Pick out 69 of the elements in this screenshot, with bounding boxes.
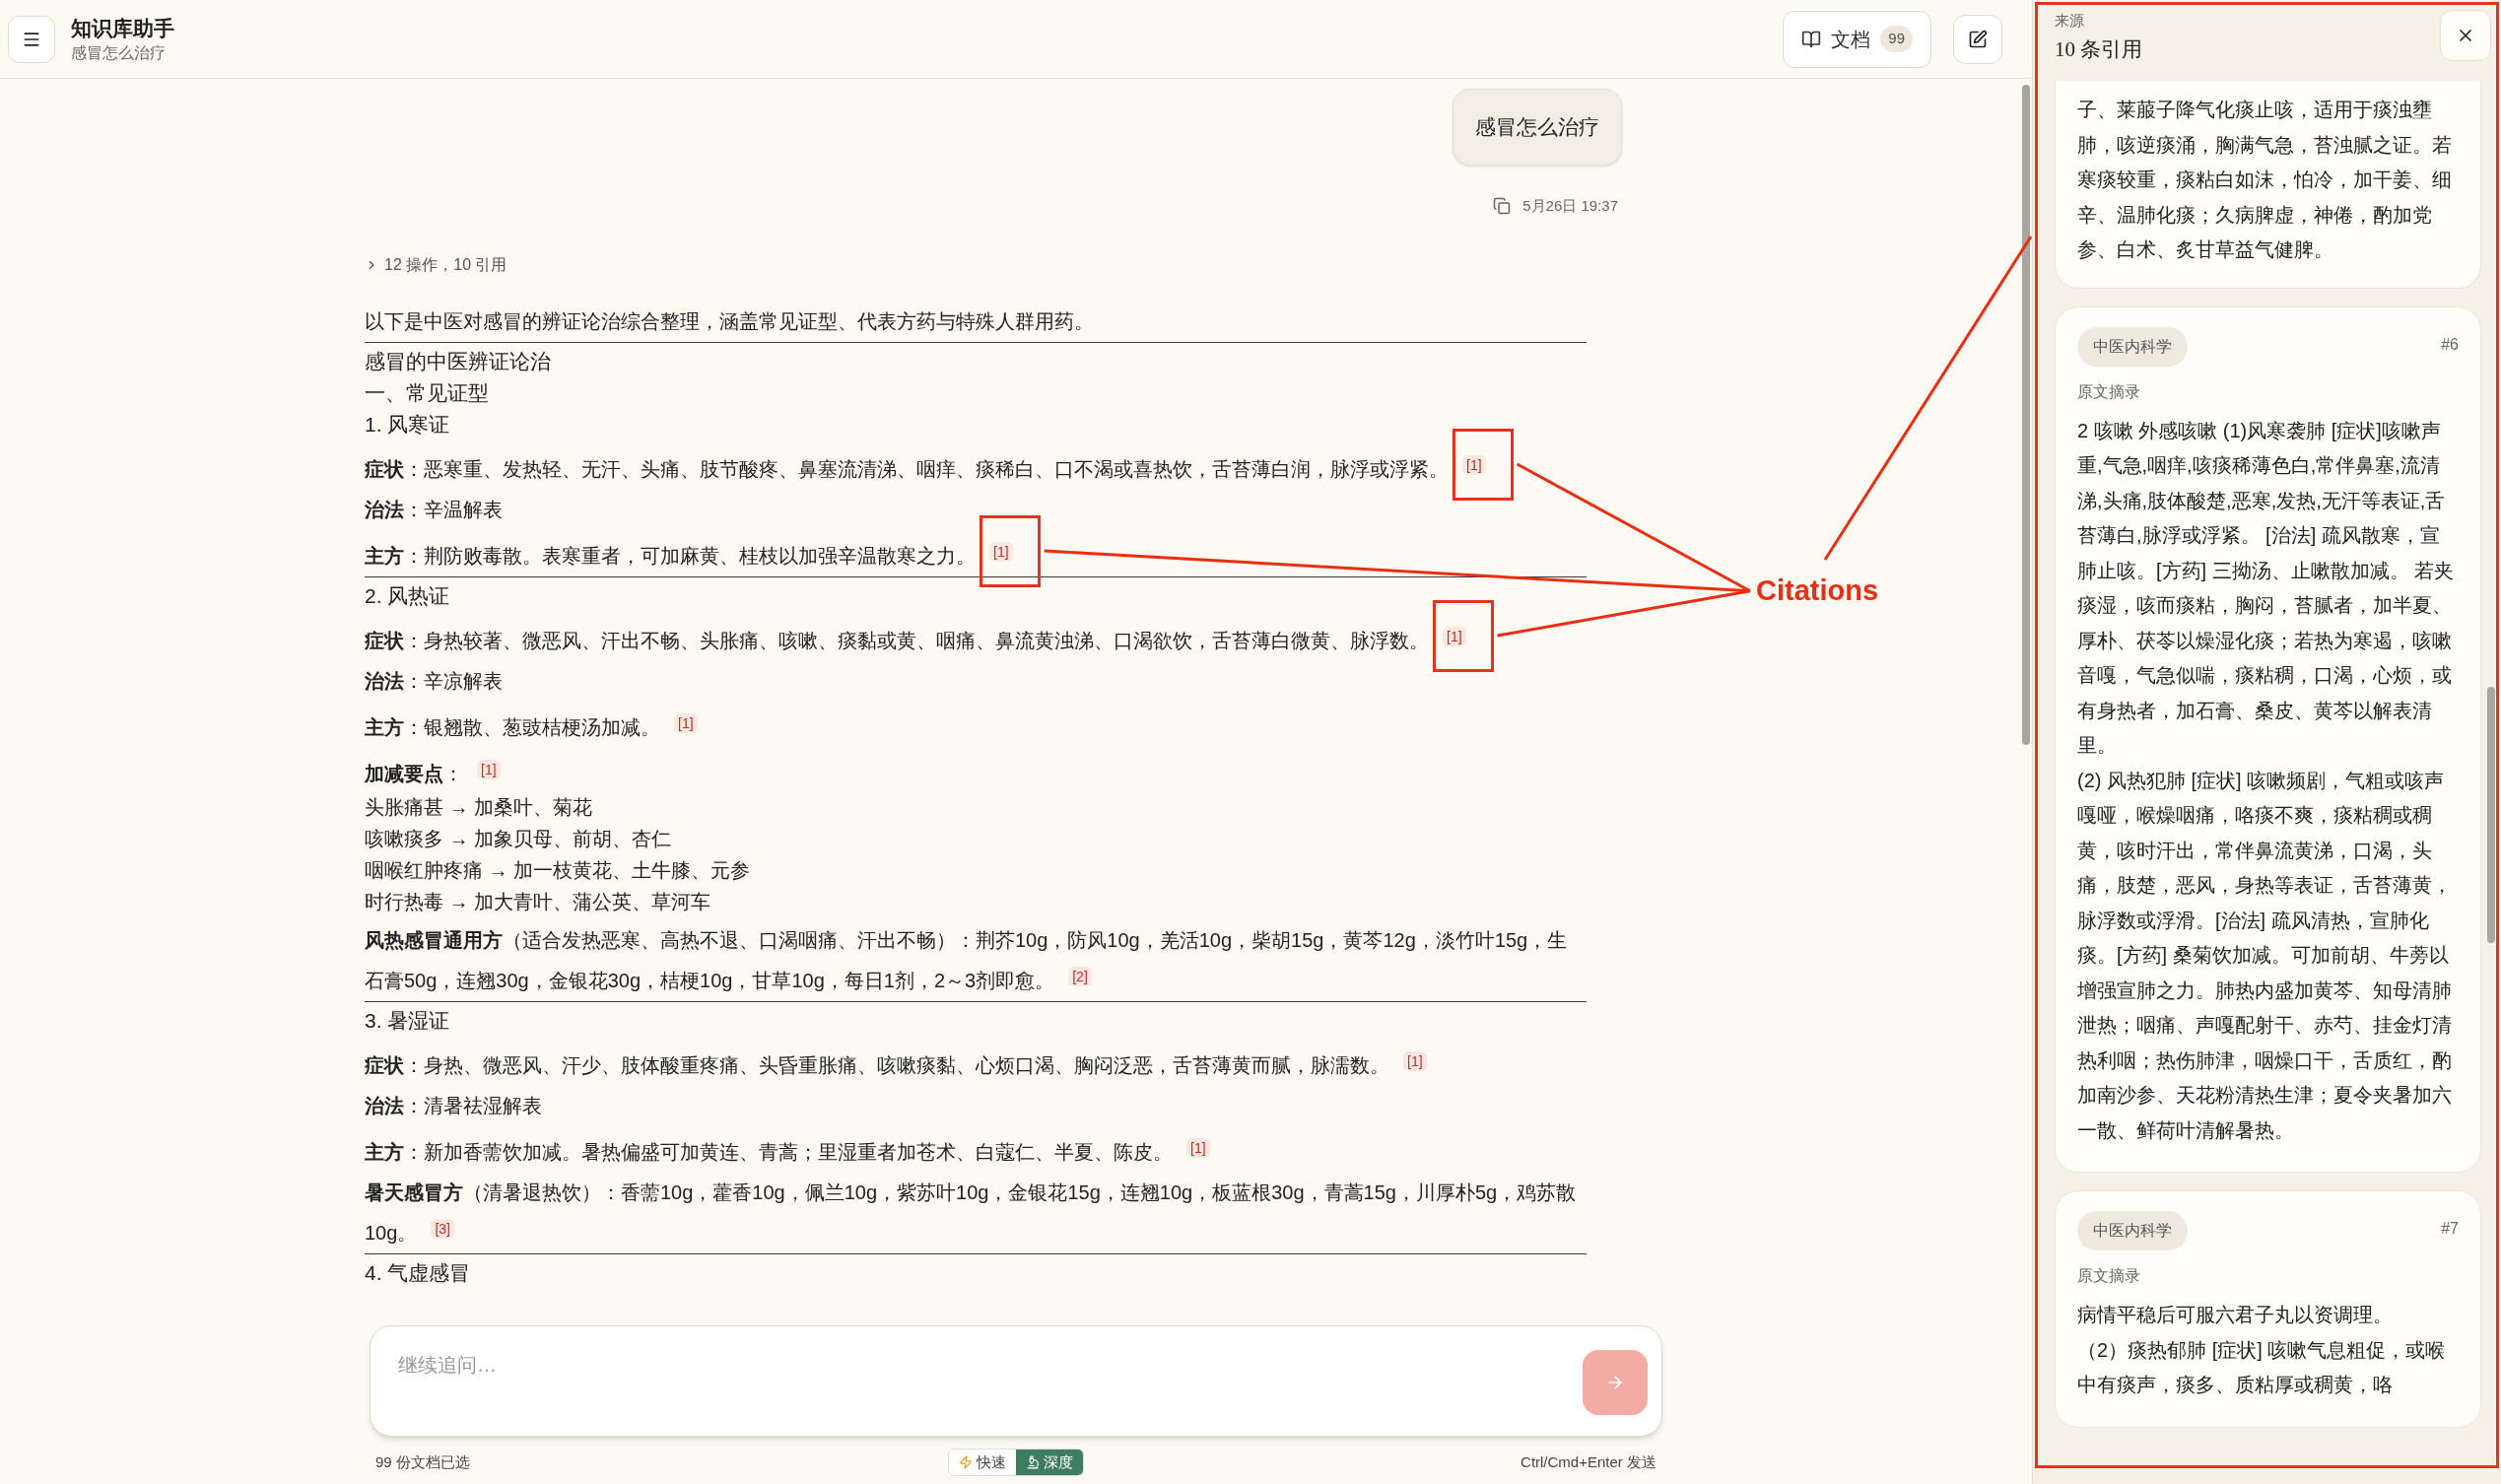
citation-link[interactable]: [1] <box>989 541 1013 562</box>
excerpt-text: (2) 风热犯肺 [症状] 咳嗽频剧，气粗或咳声嘎哑，喉燥咽痛，咯痰不爽，痰粘稠或稠黄，咳时汗出，常伴鼻流黄涕，口渴，头痛，肢楚，恶风，身热等表证，舌苔薄黄，脉浮数或浮滑。[治法] 疏风清热，宣肺化痰。[方药] 桑菊饮加减。可加前胡、牛蒡以增强宣肺之力。肺热内盛加黄芩、知母清肺泄热；咽痛、声嘎配射干、赤芍、挂金灯清热利咽；热伤肺津，咽燥口干，舌质红，酌加南沙参、天花粉清热生津；夏令夹暑加六一散、鲜荷叶清解暑热。 <box>2077 768 2453 1143</box>
excerpt-text: 病情平稳后可服六君子丸以资调理。 <box>2077 1303 2394 1327</box>
subsection-heading: 3. 暑湿证 <box>365 1007 451 1034</box>
citation-link[interactable]: [1] <box>1403 1050 1427 1071</box>
answer-paragraph: 加减要点： [1] <box>365 750 501 791</box>
list-item: 头胀痛甚 → 加桑叶、菊花 <box>365 794 594 820</box>
documents-button[interactable]: 文档 99 <box>1783 10 1931 68</box>
conversation-title: 感冒怎么治疗 <box>71 42 167 63</box>
source-number: #7 <box>2441 1219 2459 1239</box>
user-message: 感冒怎么治疗 <box>1453 89 1622 166</box>
excerpt-label: 原文摘录 <box>2077 1266 2141 1286</box>
answer-paragraph: 治法：辛温解表 <box>365 497 503 522</box>
count-badge: 99 <box>1880 26 1913 52</box>
edit-button[interactable] <box>1953 14 2002 64</box>
app-title: 知识库助手 <box>71 15 174 41</box>
mode-toggle[interactable]: 快速 <box>949 1449 1016 1475</box>
selected-docs-count: 99 份文档已选 <box>375 1451 471 1472</box>
citation-link[interactable]: [3] <box>431 1218 454 1239</box>
shortcut-hint: Ctrl/Cmd+Enter 发送 <box>1520 1451 1656 1472</box>
citation-link[interactable]: [2] <box>1068 966 1092 986</box>
subsection-heading: 4. 气虚感冒 <box>365 1259 472 1286</box>
answer-intro: 以下是中医对感冒的辨证论治综合整理，涵盖常见证型、代表方药与特殊人群用药。 <box>365 308 1095 334</box>
panel-label: 来源 <box>2055 11 2085 31</box>
annotation-label: Citations <box>1756 573 1879 608</box>
lightning-icon <box>959 1454 973 1469</box>
list-item: 咽喉红肿疼痛 → 加一枝黄花、土牛膝、元参 <box>365 857 752 883</box>
excerpt-text: 2 咳嗽 外感咳嗽 (1)风寒袭肺 [症状]咳嗽声重,气急,咽痒,咳痰稀薄色白,常伴鼻塞,流清涕,头痛,肢体酸楚,恶寒,发热,无汗等表证,舌苔薄白,脉浮或浮紧。 [治法] 疏风散寒，宣肺止咳。[方药] 三拗汤、止嗽散加减。 若夹痰湿，咳而痰粘，胸闷，苔腻者，加半夏、厚朴、茯苓以燥湿化痰；若热为寒遏，咳嗽音嘎，气急似喘，痰粘稠，口渴，心烦，或有身热者，加石膏、桑皮、黄芩以解表清里。 <box>2077 418 2456 758</box>
message-timestamp: 5月26日 19:37 <box>1522 196 1618 216</box>
excerpt-text: （2）痰热郁肺 [症状] 咳嗽气息粗促，或喉中有痰声，痰多、质粘厚或稠黄，咯 <box>2077 1337 2447 1397</box>
panel-scrollbar-thumb[interactable] <box>2487 687 2495 943</box>
citation-link[interactable]: [1] <box>1462 454 1486 475</box>
source-number: #6 <box>2441 334 2459 355</box>
copy-icon[interactable] <box>1493 197 1512 216</box>
message-input[interactable]: 继续追问… <box>370 1324 1662 1437</box>
mode-toggle[interactable]: 深度 <box>1016 1449 1083 1475</box>
answer-paragraph: 治法：清暑祛湿解表 <box>365 1093 542 1118</box>
answer-paragraph: 主方：银翘散、葱豉桔梗汤加减。 [1] <box>365 704 698 745</box>
citation-link[interactable]: [1] <box>674 712 698 733</box>
list-item: 时行热毒 → 加大青叶、蒲公英、草河车 <box>365 889 712 914</box>
answer-paragraph: 风热感冒通用方（适合发热恶寒、高热不退、口渴咽痛、汗出不畅）：荆芥10g，防风10g，羌活10g，柴胡15g，黄芩12g，淡竹叶15g，生石膏50g，连翘30g，金银花30g，桔梗10g，甘草10g，每日1剂，2～3剂即愈。 [2] <box>365 927 1569 993</box>
section-title: 感冒的中医辨证论治 <box>365 348 552 375</box>
menu-button[interactable] <box>8 15 55 63</box>
answer-paragraph: 症状：身热较著、微恶风、汗出不畅、头胀痛、咳嗽、痰黏或黄、咽痛、鼻流黄浊涕、口渴欲饮，舌苔薄白微黄、脉浮数。 [1] <box>365 617 1466 658</box>
excerpt-label: 原文摘录 <box>2077 381 2141 402</box>
answer-paragraph: 主方：荆防败毒散。表寒重者，可加麻黄、桂枝以加强辛温散寒之力。 [1] <box>365 532 1013 573</box>
answer-paragraph: 症状：恶寒重、发热轻、无汗、头痛、肢节酸疼、鼻塞流清涕、咽痒、痰稀白、口不渴或喜热饮，舌苔薄白润，脉浮或浮紧。 [1] <box>365 445 1486 487</box>
answer-paragraph: 治法：辛凉解表 <box>365 668 503 694</box>
excerpt-text: 子、莱菔子降气化痰止咳，适用于痰浊壅肺，咳逆痰涌，胸满气急，苔浊腻之证。若寒痰较重，痰粘白如沫，怕冷，加干姜、细辛、温肺化痰；久病脾虚，神倦，酌加党参、白术、炙甘草益气健脾。 <box>2077 98 2453 262</box>
subsection-heading: 1. 风寒证 <box>365 411 451 438</box>
section-heading: 一、常见证型 <box>365 379 490 407</box>
citation-link[interactable]: [1] <box>477 759 501 779</box>
edit-icon <box>1968 29 1988 49</box>
answer-paragraph: 暑天感冒方（清暑退热饮）：香薷10g，藿香10g，佩兰10g，紫苏叶10g，金银花15g，连翘10g，板蓝根30g，青蒿15g，川厚朴5g，鸡苏散10g。 [3] <box>365 1180 1578 1246</box>
steps-toggle[interactable]: 12 操作，10 引用 <box>365 252 507 277</box>
panel-title: 10 条引用 <box>2055 35 2143 63</box>
book-icon <box>1801 29 1822 49</box>
close-button[interactable] <box>2440 10 2491 61</box>
answer-paragraph: 症状：身热、微恶风、汗少、肢体酸重疼痛、头昏重胀痛、咳嗽痰黏、心烦口渴、胸闷泛恶，舌苔薄黄而腻，脉濡数。 [1] <box>365 1042 1427 1083</box>
source-tag: 中医内科学 <box>2077 326 2188 367</box>
microscope-icon <box>1026 1454 1040 1469</box>
source-tag: 中医内科学 <box>2077 1211 2188 1250</box>
scrollbar-thumb[interactable] <box>2022 85 2030 745</box>
input-text[interactable]: 继续追问… <box>398 1349 1583 1380</box>
answer-paragraph: 主方：新加香薷饮加减。暑热偏盛可加黄连、青蒿；里湿重者加苍术、白蔻仁、半夏、陈皮。 [1] <box>365 1128 1210 1170</box>
citation-link[interactable]: [1] <box>1186 1137 1210 1158</box>
citation-link[interactable]: [1] <box>1443 626 1466 646</box>
list-item: 咳嗽痰多 → 加象贝母、前胡、杏仁 <box>365 826 673 851</box>
subsection-heading: 2. 风热证 <box>365 582 451 609</box>
